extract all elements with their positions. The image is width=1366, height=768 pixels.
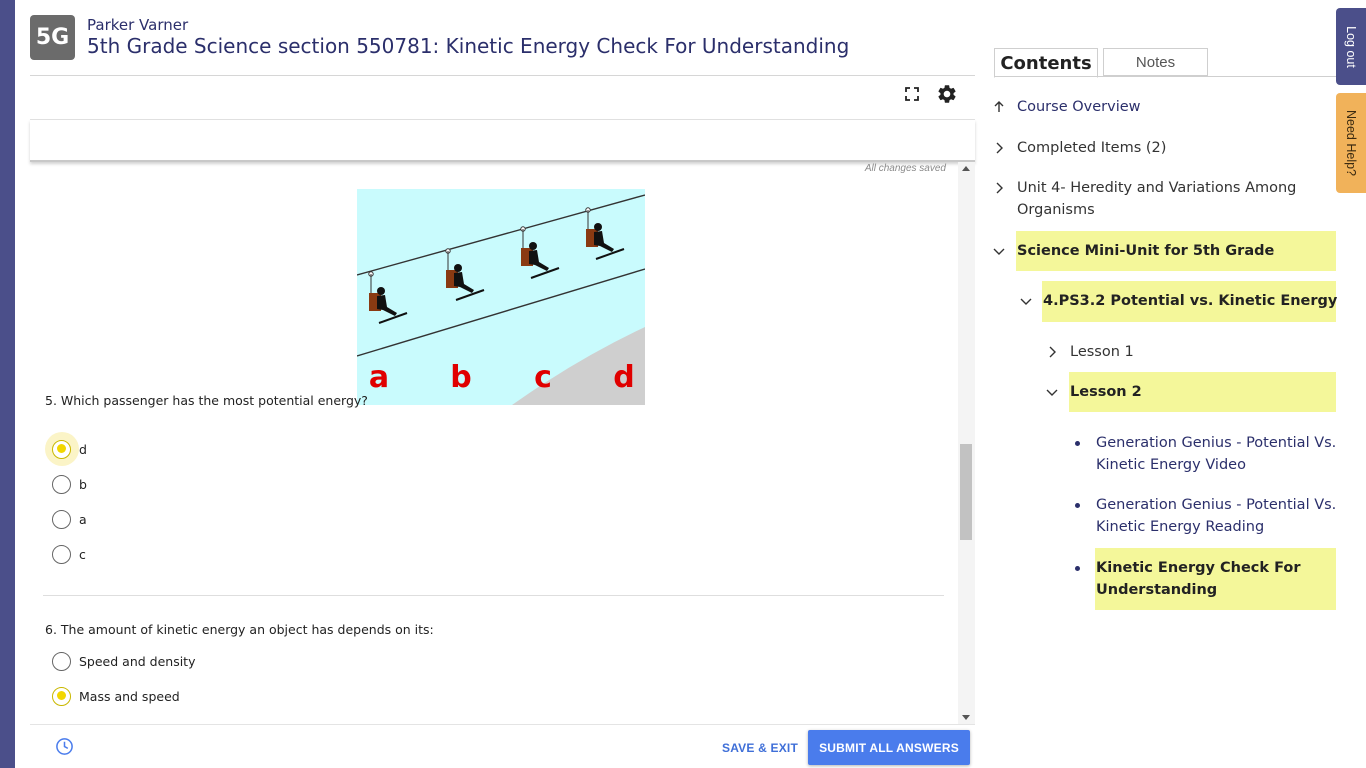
choice-label: d	[79, 441, 87, 457]
logout-tab[interactable]: Log out	[1336, 8, 1366, 85]
toc-lesson-2[interactable]: Lesson 2	[1070, 381, 1142, 403]
toc-item-video-line2: Kinetic Energy Video	[1096, 457, 1246, 473]
toc-item-check[interactable]: Kinetic Energy Check For Understanding	[1096, 557, 1301, 601]
radio-button[interactable]	[52, 686, 71, 706]
bullet-icon	[1075, 503, 1080, 508]
image-label-b: b	[450, 360, 471, 395]
radio-button[interactable]	[52, 439, 71, 459]
fullscreen-icon[interactable]	[904, 86, 920, 102]
chevron-right-icon[interactable]	[993, 142, 1005, 154]
toc-completed-items[interactable]: Completed Items (2)	[1017, 137, 1166, 159]
toc-item-video-line1: Generation Genius - Potential Vs.	[1096, 435, 1337, 451]
left-rail	[0, 0, 15, 768]
chevron-down-icon[interactable]	[1020, 295, 1032, 307]
content-scrollbar[interactable]	[958, 162, 975, 724]
toc-item-reading-line2: Kinetic Energy Reading	[1096, 519, 1265, 535]
toc-unit-4-line1: Unit 4- Heredity and Variations Among	[1017, 180, 1297, 196]
chevron-right-icon[interactable]	[993, 182, 1005, 194]
chevron-right-icon[interactable]	[1046, 346, 1058, 358]
toc-item-reading[interactable]: Generation Genius - Potential Vs. Kineti…	[1096, 494, 1336, 538]
scroll-up-arrow-icon[interactable]	[962, 166, 970, 171]
need-help-label: Need Help?	[1344, 109, 1358, 177]
scroll-down-arrow-icon[interactable]	[962, 715, 970, 720]
image-label-d: d	[613, 360, 634, 395]
toc-unit-4[interactable]: Unit 4- Heredity and Variations Among Or…	[1017, 177, 1296, 221]
question-6-text: 6. The amount of kinetic energy an objec…	[45, 622, 434, 637]
toc-lesson-1[interactable]: Lesson 1	[1070, 341, 1134, 363]
ski-lift-image: a b c d	[357, 189, 645, 405]
toc-item-check-line2: Understanding	[1096, 582, 1218, 598]
toc-item-check-line1: Kinetic Energy Check For	[1096, 560, 1301, 576]
image-label-c: c	[534, 360, 552, 395]
question-divider	[43, 595, 944, 596]
bullet-icon	[1075, 441, 1080, 446]
choice-a[interactable]: a	[52, 508, 87, 530]
tab-contents[interactable]: Contents	[994, 48, 1098, 78]
student-name: Parker Varner	[87, 16, 189, 34]
saved-status: All changes saved	[864, 163, 946, 174]
toc-ps32[interactable]: 4.PS3.2 Potential vs. Kinetic Energy	[1043, 290, 1337, 312]
page-title: 5th Grade Science section 550781: Kineti…	[87, 34, 850, 58]
choice-mass-and-speed[interactable]: Mass and speed	[52, 685, 180, 707]
toc-item-reading-line1: Generation Genius - Potential Vs.	[1096, 497, 1337, 513]
submit-all-answers-button[interactable]: SUBMIT ALL ANSWERS	[808, 730, 970, 765]
save-exit-button[interactable]: SAVE & EXIT	[722, 741, 798, 755]
question-content: All changes saved a b c d 5. Which passe…	[30, 162, 958, 724]
tab-notes[interactable]: Notes	[1103, 48, 1208, 76]
choice-label: Speed and density	[79, 653, 196, 669]
radio-button[interactable]	[52, 651, 71, 671]
choice-label: a	[79, 511, 87, 527]
toolbar-spacer	[30, 120, 975, 162]
toc-course-overview[interactable]: Course Overview	[1017, 96, 1141, 118]
chevron-down-icon[interactable]	[993, 245, 1005, 257]
radio-button[interactable]	[52, 474, 71, 494]
choice-label: Mass and speed	[79, 688, 180, 704]
toc-unit-4-line2: Organisms	[1017, 202, 1095, 218]
toc-item-video[interactable]: Generation Genius - Potential Vs. Kineti…	[1096, 432, 1336, 476]
logout-label: Log out	[1344, 25, 1358, 68]
course-badge: 5G	[30, 15, 75, 60]
bullet-icon	[1075, 566, 1080, 571]
chevron-down-icon[interactable]	[1046, 386, 1058, 398]
radio-button[interactable]	[52, 544, 71, 564]
choice-c[interactable]: c	[52, 543, 86, 565]
footer: SAVE & EXIT SUBMIT ALL ANSWERS	[30, 724, 975, 768]
tab-divider	[994, 76, 1336, 77]
choice-label: b	[79, 476, 87, 492]
choice-b[interactable]: b	[52, 473, 87, 495]
arrow-up-icon	[994, 101, 1004, 112]
scroll-thumb[interactable]	[960, 444, 972, 540]
choice-speed-and-density[interactable]: Speed and density	[52, 650, 195, 672]
gear-icon[interactable]	[936, 83, 958, 105]
question-5-text: 5. Which passenger has the most potentia…	[45, 393, 368, 408]
choice-d[interactable]: d	[45, 432, 87, 466]
choice-label: c	[79, 546, 86, 562]
image-label-a: a	[369, 360, 389, 395]
radio-button[interactable]	[52, 509, 71, 529]
toolbar	[30, 76, 975, 120]
toc-science-mini-unit[interactable]: Science Mini-Unit for 5th Grade	[1017, 240, 1274, 262]
need-help-tab[interactable]: Need Help?	[1336, 93, 1366, 193]
clock-icon[interactable]	[55, 737, 74, 756]
